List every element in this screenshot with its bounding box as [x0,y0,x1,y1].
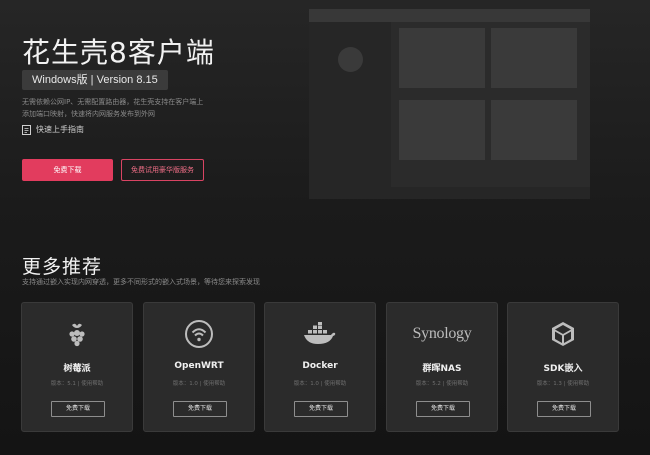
product-meta: 版本：1.0 | 使用帮助 [265,379,375,387]
download-button[interactable]: 免费下载 [294,401,348,417]
free-download-button[interactable]: 免费下载 [22,159,113,181]
page-title: 花生壳8客户端 [22,36,215,69]
download-button[interactable]: 免费下载 [537,401,591,417]
openwrt-icon [144,319,254,349]
meta-separator: | [320,381,323,387]
help-link[interactable]: 使用帮助 [446,381,468,387]
document-icon [22,124,31,135]
meta-separator: | [199,381,202,387]
product-card-sdk: SDK嵌入 版本：1.3 | 使用帮助 免费下载 [507,302,619,432]
section-subtitle: 支持通过嵌入实现内网穿透，更多不同形式的嵌入式场景，等待您来探索发现 [22,278,260,286]
product-name: SDK嵌入 [543,364,583,374]
product-version: 版本：5.1 [50,381,76,387]
quick-start-guide-link[interactable]: 快速上手指南 [22,124,84,135]
download-button[interactable]: 免费下载 [51,401,105,417]
cube-icon [508,319,618,349]
help-link[interactable]: 使用帮助 [324,381,346,387]
hero-description-line: 无需依赖公网IP、无需配置路由器，花生壳支持在客户端上 [22,98,204,106]
preview-titlebar [309,9,590,22]
meta-separator: | [442,381,445,387]
meta-separator: | [563,381,566,387]
hero-description-line: 添加端口映射，快速将内网服务发布到外网 [22,110,155,118]
product-meta: 版本：1.3 | 使用帮助 [508,379,618,387]
docker-icon [265,319,375,349]
product-meta: 版本：5.1 | 使用帮助 [22,379,132,387]
product-version: 版本：1.0 [293,381,319,387]
product-version: 版本：1.0 [172,381,198,387]
product-version: 版本：1.3 [536,381,562,387]
preview-card [491,100,577,160]
product-card-docker: Docker 版本：1.0 | 使用帮助 免费下载 [264,302,376,432]
product-card-synology-nas: Synology 群晖NAS 版本：5.2 | 使用帮助 免费下载 [386,302,498,432]
section-title: 更多推荐 [22,256,103,278]
product-name: 树莓派 [63,364,91,374]
download-button[interactable]: 免费下载 [416,401,470,417]
download-button[interactable]: 免费下载 [173,401,227,417]
product-card-openwrt: OpenWRT 版本：1.0 | 使用帮助 免费下载 [143,302,255,432]
preview-card [491,28,577,88]
product-meta: 版本：5.2 | 使用帮助 [387,379,497,387]
product-card-raspberry-pi: 树莓派 版本：5.1 | 使用帮助 免费下载 [21,302,133,432]
product-name: OpenWRT [174,361,224,371]
preview-card [399,100,485,160]
product-meta: 版本：1.0 | 使用帮助 [144,379,254,387]
preview-main [391,22,590,199]
preview-card [399,28,485,88]
hero-description: 无需依赖公网IP、无需配置路由器，花生壳支持在客户端上 添加端口映射，快速将内网… [22,96,232,120]
raspberry-pi-icon [22,319,132,349]
help-link[interactable]: 使用帮助 [81,381,103,387]
product-version: 版本：5.2 [415,381,441,387]
client-preview-image [309,9,590,199]
free-trial-deluxe-button[interactable]: 免费试用豪华版服务 [121,159,204,181]
preview-avatar [338,47,363,72]
product-name: 群晖NAS [422,364,462,374]
meta-separator: | [77,381,80,387]
help-link[interactable]: 使用帮助 [203,381,225,387]
help-link[interactable]: 使用帮助 [567,381,589,387]
synology-logo: Synology [387,319,497,349]
product-name: Docker [302,361,338,371]
guide-link-label: 快速上手指南 [36,125,84,134]
preview-statusbar [391,187,590,199]
synology-logo-text: Synology [412,325,472,342]
version-badge: Windows版 | Version 8.15 [22,70,168,90]
